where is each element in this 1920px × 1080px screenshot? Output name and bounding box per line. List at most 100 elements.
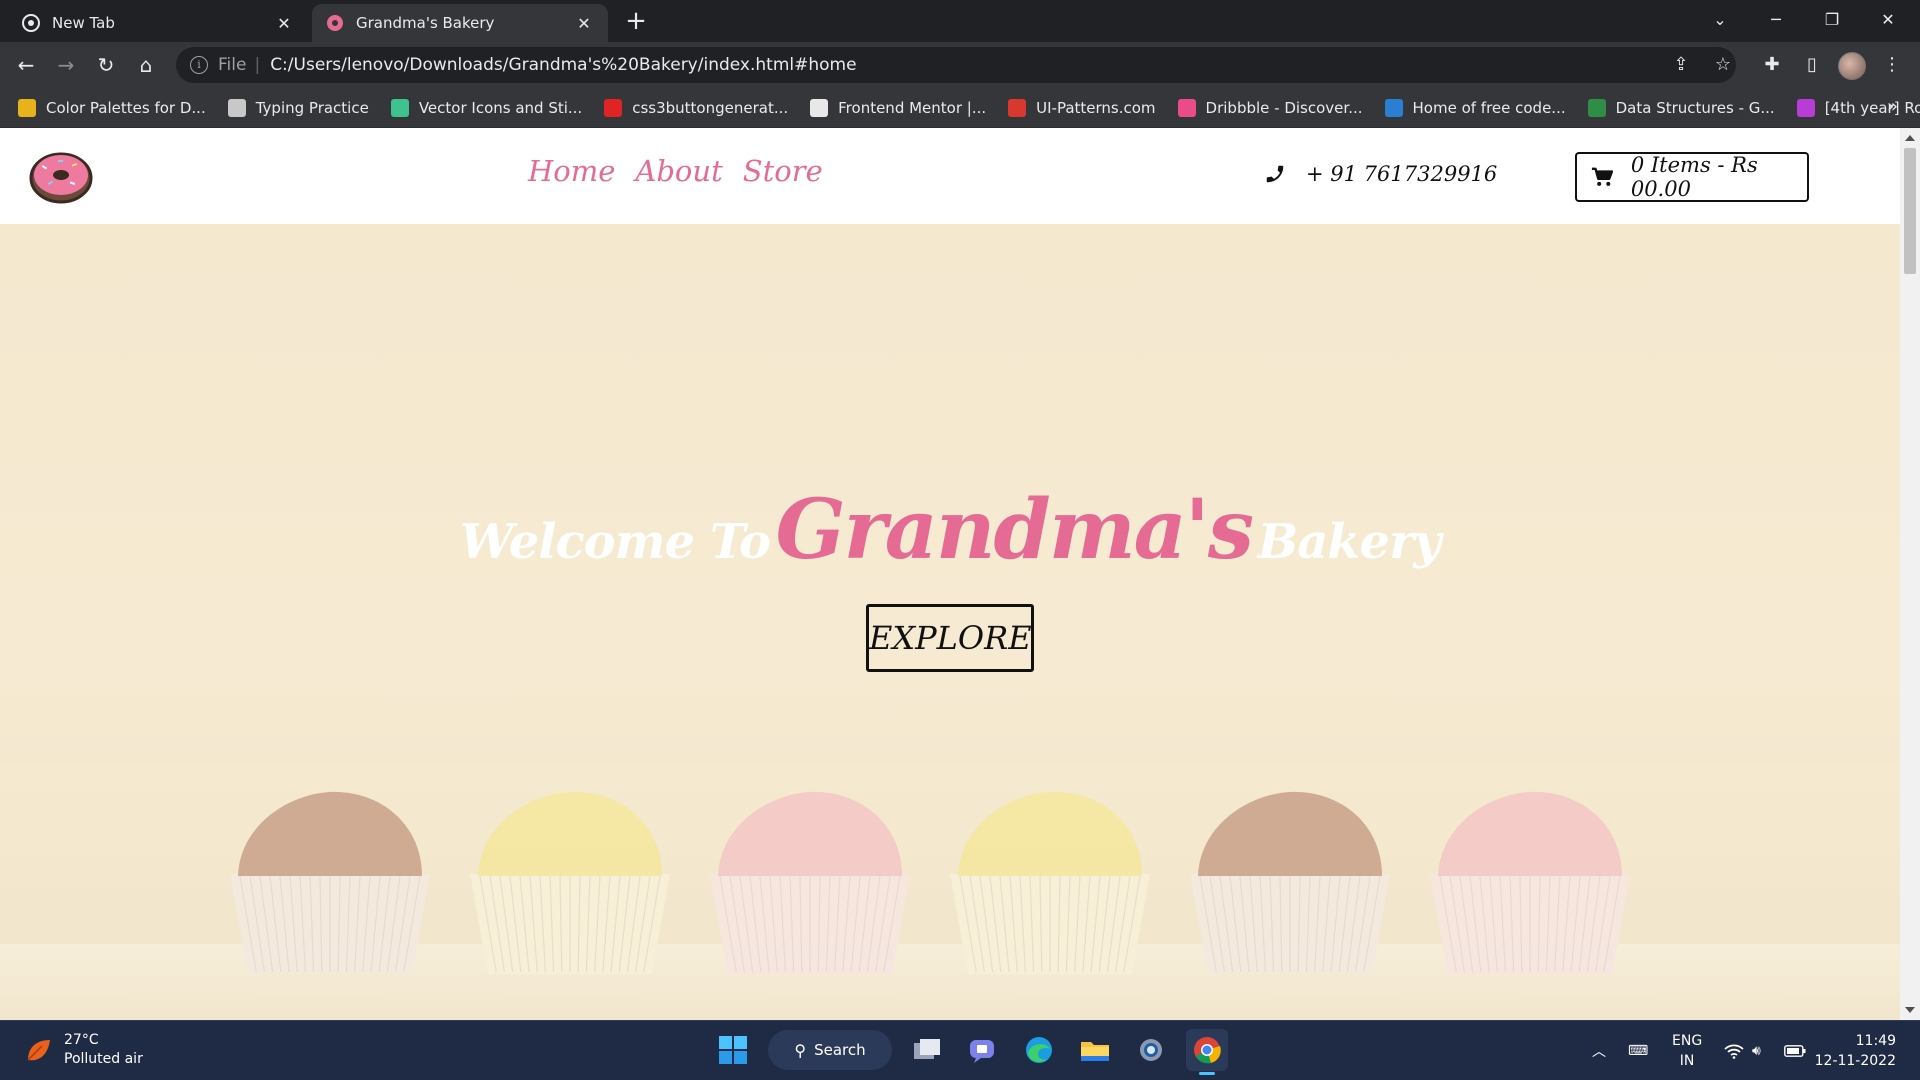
site-navbar: Home About Store + 91 7617329916 0 Items… xyxy=(0,128,1900,224)
hero-welcome-text: Welcome To xyxy=(459,514,771,570)
bookmarks-overflow-icon[interactable]: » xyxy=(1887,96,1898,117)
bookmark-item[interactable]: UI-Patterns.com xyxy=(1008,98,1156,117)
bookmark-label: Frontend Mentor |... xyxy=(838,98,987,117)
page-viewport: Home About Store + 91 7617329916 0 Items… xyxy=(0,128,1900,1020)
edge-browser-icon[interactable] xyxy=(1018,1029,1060,1071)
weather-leaf-icon xyxy=(27,1040,50,1061)
donut-logo-icon[interactable] xyxy=(28,148,94,204)
windows-start-icon[interactable] xyxy=(712,1029,754,1071)
bookmark-item[interactable]: Dribbble - Discover... xyxy=(1177,98,1363,117)
code-icon xyxy=(1384,98,1403,117)
language-indicator[interactable]: ENG IN xyxy=(1672,1031,1702,1071)
url-text[interactable]: C:/Users/lenovo/Downloads/Grandma's%20Ba… xyxy=(270,55,856,75)
task-view-icon[interactable] xyxy=(906,1029,948,1071)
tab-search-chevron-icon[interactable]: ⌄ xyxy=(1692,0,1748,40)
dribbble-icon xyxy=(1177,98,1196,117)
close-window-button[interactable]: ✕ xyxy=(1860,0,1916,40)
active-app-indicator xyxy=(1199,1072,1215,1075)
keyboard-icon xyxy=(227,98,246,117)
phone-icon xyxy=(1266,165,1284,183)
hero-brand-text: Grandma's xyxy=(775,482,1254,578)
bookmarks-bar: Color Palettes for D... Typing Practice Ve… xyxy=(0,88,1920,128)
bookmark-label: Color Palettes for D... xyxy=(46,98,206,117)
volume-icon[interactable]: 🔊︎ xyxy=(1752,1021,1761,1080)
weather-desc: Polluted air xyxy=(64,1051,143,1067)
bookmark-label: Vector Icons and Sti... xyxy=(418,98,583,117)
clock-date: 12-11-2022 xyxy=(1814,1053,1896,1069)
bookmark-label: Data Structures - G... xyxy=(1615,98,1775,117)
bookmark-label: UI-Patterns.com xyxy=(1036,98,1156,117)
bookmark-item[interactable]: Color Palettes for D... xyxy=(18,98,206,117)
bookmark-star-icon[interactable]: ☆ xyxy=(1708,50,1738,80)
bookmark-item[interactable]: css3buttongenerat... xyxy=(604,98,788,117)
reload-icon[interactable]: ↻ xyxy=(90,49,122,81)
tray-overflow-icon[interactable]: ︿ xyxy=(1592,1021,1606,1080)
bookmark-item[interactable]: Typing Practice xyxy=(227,98,369,117)
tab-label: Grandma's Bakery xyxy=(356,14,495,32)
tab-label: New Tab xyxy=(52,14,115,32)
clock-time: 11:49 xyxy=(1855,1033,1896,1049)
site-info-icon[interactable]: i xyxy=(190,56,208,74)
bookmark-label: Typing Practice xyxy=(255,98,369,117)
system-clock[interactable]: 11:49 12-11-2022 xyxy=(1815,1031,1896,1071)
frontend-mentor-icon xyxy=(810,98,829,117)
lang-bottom: IN xyxy=(1679,1053,1695,1069)
cart-summary: 0 Items - Rs 00.00 xyxy=(1630,153,1758,201)
share-icon[interactable]: ⇪ xyxy=(1666,50,1696,80)
weather-widget[interactable]: 27°C Polluted air xyxy=(24,1031,143,1069)
bookmark-label: Home of free code... xyxy=(1412,98,1566,117)
palette-icon xyxy=(18,98,36,117)
roadmap-icon xyxy=(1796,98,1815,117)
battery-icon[interactable] xyxy=(1784,1021,1806,1080)
flaticon-icon xyxy=(390,98,409,117)
side-panel-icon[interactable]: ▯ xyxy=(1796,49,1828,81)
tab-new-tab[interactable]: New Tab ✕ xyxy=(8,4,308,42)
tab-strip: New Tab ✕ Grandma's Bakery ✕ + ⌄ ─ ❐ ✕ xyxy=(0,0,1920,42)
scrollbar-thumb[interactable] xyxy=(1904,148,1916,274)
bookmark-item[interactable]: Frontend Mentor |... xyxy=(810,98,987,117)
file-explorer-icon[interactable] xyxy=(1074,1029,1116,1071)
home-icon[interactable]: ⌂ xyxy=(130,49,162,81)
bookmark-item[interactable]: Data Structures - G... xyxy=(1587,98,1775,117)
cupcakes-background-image xyxy=(0,764,1900,1020)
restore-button[interactable]: ❐ xyxy=(1804,0,1860,40)
donut-favicon-icon xyxy=(326,14,344,32)
forward-icon[interactable]: → xyxy=(50,49,82,81)
minimize-button[interactable]: ─ xyxy=(1748,0,1804,40)
wifi-icon[interactable] xyxy=(1724,1021,1744,1080)
address-bar[interactable]: i File | C:/Users/lenovo/Downloads/Grand… xyxy=(176,47,1736,83)
nav-home-link[interactable]: Home xyxy=(528,154,615,188)
star-icon xyxy=(604,98,623,117)
scroll-down-icon[interactable] xyxy=(1905,1007,1915,1013)
page-scrollbar[interactable] xyxy=(1900,128,1920,1020)
tab-grandmas-bakery[interactable]: Grandma's Bakery ✕ xyxy=(312,4,608,42)
back-icon[interactable]: ← xyxy=(10,49,42,81)
cart-button[interactable]: 0 Items - Rs 00.00 xyxy=(1575,152,1809,202)
teams-chat-icon[interactable] xyxy=(962,1029,1004,1071)
bookmark-item[interactable]: Home of free code... xyxy=(1384,98,1566,117)
explore-button[interactable]: EXPLORE xyxy=(866,604,1034,672)
touch-keyboard-icon[interactable]: ⌨ xyxy=(1628,1021,1648,1080)
url-scheme: File xyxy=(218,55,247,75)
chrome-icon xyxy=(22,14,40,32)
bookmark-label: [4th year] Roadmap... xyxy=(1824,98,1920,117)
phone-number[interactable]: + 91 7617329916 xyxy=(1306,162,1497,186)
scroll-up-icon[interactable] xyxy=(1905,135,1915,141)
extensions-icon[interactable]: ✚ xyxy=(1756,49,1788,81)
hero-section: Welcome To Grandma's Bakery EXPLORE xyxy=(0,224,1900,1020)
browser-toolbar: ← → ↻ ⌂ i File | C:/Users/lenovo/Downloa… xyxy=(0,42,1920,88)
profile-avatar[interactable] xyxy=(1838,52,1866,80)
settings-gear-icon[interactable] xyxy=(1130,1029,1172,1071)
taskbar-apps: ⚲ Search xyxy=(712,1029,1228,1075)
taskbar-search[interactable]: ⚲ Search xyxy=(768,1030,892,1070)
bookmark-item[interactable]: Vector Icons and Sti... xyxy=(390,98,583,117)
menu-kebab-icon[interactable]: ⋮ xyxy=(1876,49,1908,81)
new-tab-button[interactable]: + xyxy=(620,6,652,38)
nav-store-link[interactable]: Store xyxy=(743,154,823,188)
close-tab-icon[interactable]: ✕ xyxy=(274,14,294,33)
close-tab-icon[interactable]: ✕ xyxy=(574,14,594,33)
chrome-taskbar-icon[interactable] xyxy=(1186,1029,1228,1075)
bookmark-item[interactable]: [4th year] Roadmap... xyxy=(1796,98,1920,117)
phone-contact: + 91 7617329916 xyxy=(1264,162,1497,186)
nav-about-link[interactable]: About xyxy=(635,154,722,188)
